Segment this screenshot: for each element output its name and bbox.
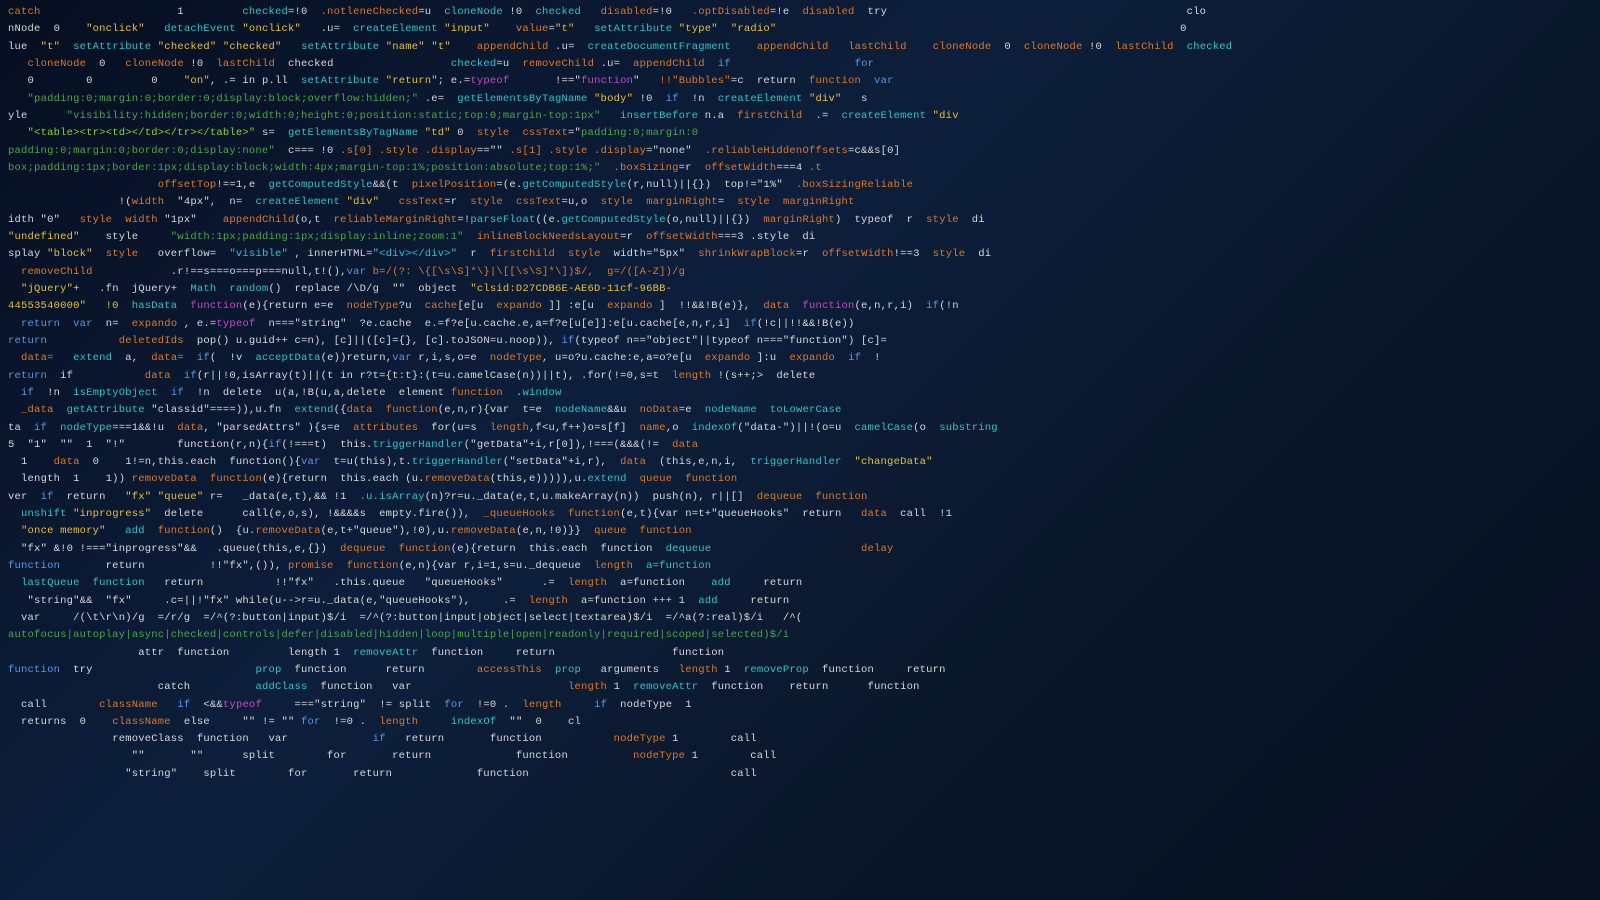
code-line: removeChild .r!==s===o===p===null,t!(),v… — [8, 264, 1592, 281]
code-line: function return !!"fx",()), promise func… — [8, 558, 1592, 575]
code-line: ta if nodeType===1&&!u data, "parsedAttr… — [8, 420, 1592, 437]
code-layer: catch 1 checked=!0 .notleneChecked=u clo… — [0, 0, 1600, 900]
code-line: "" "" split for return function nodeType… — [8, 748, 1592, 765]
code-line: _data getAttribute "classid"====)),u.fn … — [8, 402, 1592, 419]
code-line: padding:0;margin:0;border:0;display:none… — [8, 143, 1592, 160]
code-line: splay "block" style overflow= "visible" … — [8, 246, 1592, 263]
code-line: "fx" &!0 !==="inprogress"&& .queue(this,… — [8, 541, 1592, 558]
code-line: 1 data 0 1!=n,this.each function(){var t… — [8, 454, 1592, 471]
code-line: ver if return "fx" "queue" r= _data(e,t)… — [8, 489, 1592, 506]
code-line: autofocus|autoplay|async|checked|control… — [8, 627, 1592, 644]
code-line: return deletedIds pop() u.guid++ c=n), [… — [8, 333, 1592, 350]
code-line: offsetTop!==1,e getComputedStyle&&(t pix… — [8, 177, 1592, 194]
code-line: nNode 0 "onclick" detachEvent "onclick" … — [8, 21, 1592, 38]
code-line: removeClass function var if return funct… — [8, 731, 1592, 748]
code-line: yle "visibility:hidden;border:0;width:0;… — [8, 108, 1592, 125]
code-line: call className if <&&typeof ==="string" … — [8, 697, 1592, 714]
code-line: "undefined" style "width:1px;padding:1px… — [8, 229, 1592, 246]
code-line: box;padding:1px;border:1px;display:block… — [8, 160, 1592, 177]
code-line: 0 0 0 "on", .= in p.ll setAttribute "ret… — [8, 73, 1592, 90]
code-line: unshift "inprogress" delete call(e,o,s),… — [8, 506, 1592, 523]
code-line: "padding:0;margin:0;border:0;display:blo… — [8, 91, 1592, 108]
code-line: data= extend a, data= if( !v acceptData(… — [8, 350, 1592, 367]
code-line: "string"&& "fx" .c=||!"fx" while(u-->r=u… — [8, 593, 1592, 610]
code-line: idth "0" style width "1px" appendChild(o… — [8, 212, 1592, 229]
code-line: catch 1 checked=!0 .notleneChecked=u clo… — [8, 4, 1592, 21]
code-line: function try prop function return access… — [8, 662, 1592, 679]
code-line: catch addClass function var length 1 rem… — [8, 679, 1592, 696]
code-line: "jQuery"+ .fn jQuery+ Math random() repl… — [8, 281, 1592, 298]
code-line: !(width "4px", n= createElement "div" cs… — [8, 194, 1592, 211]
code-line: "once memory" add function() {u.removeDa… — [8, 523, 1592, 540]
code-line: 44553540000" !0 hasData function(e){retu… — [8, 298, 1592, 315]
code-line: 5 "1" "" 1 "!" function(r,n){if(!===t) t… — [8, 437, 1592, 454]
code-background: catch 1 checked=!0 .notleneChecked=u clo… — [0, 0, 1600, 900]
code-line: if !n isEmptyObject if !n delete u(a,!B(… — [8, 385, 1592, 402]
code-line: "<table><tr><td></td></tr></table>" s= g… — [8, 125, 1592, 142]
code-line: attr function length 1 removeAttr functi… — [8, 645, 1592, 662]
code-line: returns 0 className else "" != "" for !=… — [8, 714, 1592, 731]
code-line: var /(\t\r\n)/g =/r/g =/^(?:button|input… — [8, 610, 1592, 627]
code-line: return if data if(r||!0,isArray(t)||(t i… — [8, 368, 1592, 385]
code-line: length 1 1)) removeData function(e){retu… — [8, 471, 1592, 488]
code-line: cloneNode 0 cloneNode !0 lastChild check… — [8, 56, 1592, 73]
code-line: "string" split for return function call — [8, 766, 1592, 783]
code-line: lastQueue function return !!"fx" .this.q… — [8, 575, 1592, 592]
code-line: lue "t" setAttribute "checked" "checked"… — [8, 39, 1592, 56]
code-line: return var n= expando , e.=typeof n==="s… — [8, 316, 1592, 333]
